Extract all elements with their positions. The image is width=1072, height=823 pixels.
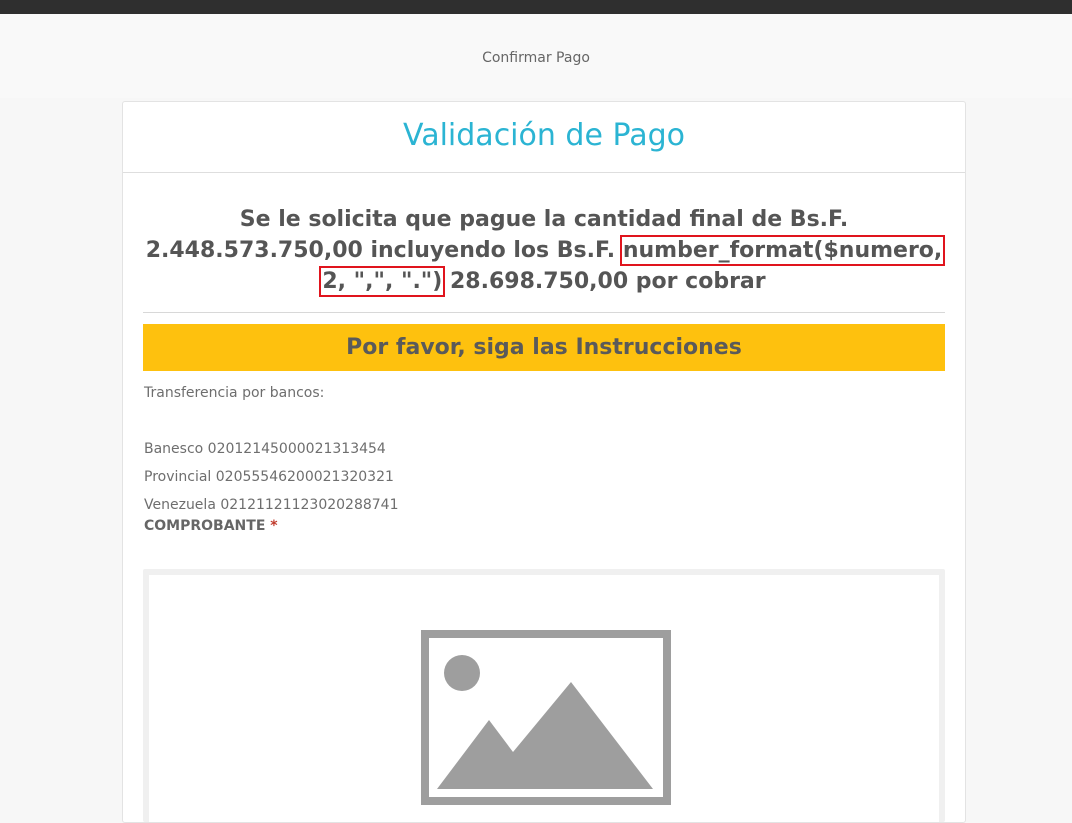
comprobante-text: COMPROBANTE bbox=[144, 518, 266, 534]
page-header: Confirmar Pago bbox=[0, 14, 1072, 98]
confirmar-pago-link[interactable]: Confirmar Pago bbox=[482, 50, 590, 66]
upload-preview[interactable] bbox=[149, 575, 939, 822]
validation-card: Validación de Pago Se le solicita que pa… bbox=[122, 101, 966, 823]
comprobante-upload-area[interactable] bbox=[143, 569, 945, 822]
comprobante-label: COMPROBANTE * bbox=[144, 518, 278, 534]
amount-text-suffix: 28.698.750,00 por cobrar bbox=[442, 269, 766, 294]
bank-account-provincial: Provincial 02055546200021320321 bbox=[144, 469, 394, 485]
transfer-label: Transferencia por bancos: bbox=[144, 385, 325, 401]
image-placeholder-icon bbox=[421, 630, 671, 805]
divider bbox=[143, 312, 945, 313]
required-marker: * bbox=[270, 518, 278, 534]
card-header: Validación de Pago bbox=[123, 102, 965, 173]
top-bar bbox=[0, 0, 1072, 14]
amount-message: Se le solicita que pague la cantidad fin… bbox=[143, 204, 946, 297]
instructions-banner: Por favor, siga las Instrucciones bbox=[143, 324, 945, 371]
card-title: Validación de Pago bbox=[403, 117, 685, 153]
bank-account-banesco: Banesco 02012145000021313454 bbox=[144, 441, 386, 457]
bank-account-venezuela: Venezuela 02121121123020288741 bbox=[144, 497, 399, 513]
